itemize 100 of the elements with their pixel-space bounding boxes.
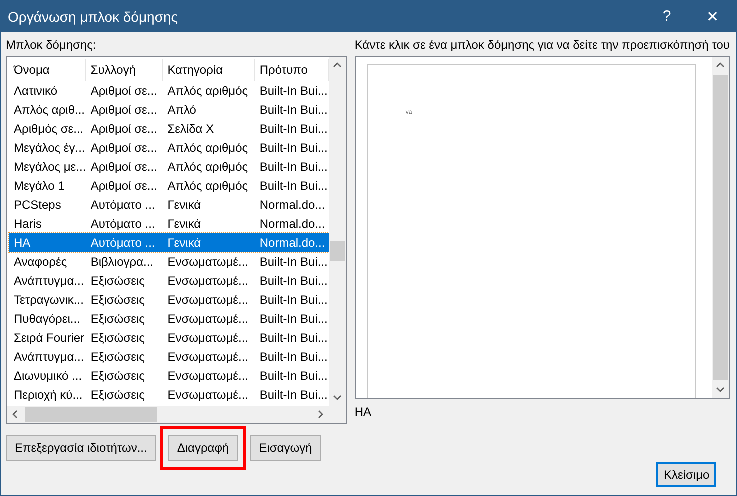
table-cell-text: Αυτόματο ... [90, 198, 156, 212]
table-cell-text: Haris [13, 216, 44, 230]
scroll-right-icon[interactable] [318, 410, 324, 419]
table-row[interactable]: Λατινικό Αριθμοί σε... Απλός αριθμός Built-In Bui... [9, 81, 329, 100]
table-cell-text: Built-In Bui... [258, 122, 329, 136]
scroll-down-icon[interactable] [716, 387, 725, 393]
table-row[interactable]: Τετραγωνικ... Εξισώσεις Ενσωματωμέ... Built-In Bui... [9, 290, 329, 309]
table-cell-text: Απλός αριθμός [166, 140, 250, 154]
table-cell-text: Built-In Bui... [258, 350, 329, 364]
table-cell-text: HA [13, 236, 32, 250]
table-cell-text: Μεγάλος έγ... [13, 140, 86, 154]
table-cell-text: Περιοχή κύ... [13, 388, 84, 402]
table-row[interactable]: Ανάπτυγμα... Εξισώσεις Ενσωματωμέ... Built-In Bui... [9, 271, 329, 290]
table-cell-text: Αριθμοί σε... [90, 178, 158, 192]
scrollbar-thumb[interactable] [330, 241, 345, 261]
table-cell-text: Αριθμοί σε... [90, 122, 158, 136]
table-cell-text: Γενικά [166, 198, 202, 212]
table-row[interactable]: Ανάπτυγμα... Εξισώσεις Ενσωματωμέ... Built-In Bui... [9, 347, 329, 366]
table-row[interactable]: PCSteps Αυτόματο ... Γενικά Normal.do... [9, 195, 329, 214]
table-cell-text: Βιβλιογρα... [90, 254, 155, 268]
table-row[interactable]: Μεγάλο 1 Αριθμοί σε... Απλός αριθμός Built-In Bui... [9, 176, 329, 195]
table-cell-text: Αριθμοί σε... [90, 84, 158, 98]
table-cell-text: Ενσωματωμέ... [166, 312, 250, 326]
building-blocks-list[interactable] [6, 56, 347, 424]
table-cell-text: Built-In Bui... [258, 292, 329, 306]
scrollbar-thumb[interactable] [713, 75, 728, 380]
table-cell-text: Απλός αριθμός [166, 178, 250, 192]
table-cell-text: Ενσωματωμέ... [166, 368, 250, 382]
scrollbar-thumb[interactable] [25, 407, 157, 422]
table-cell-text: Built-In Bui... [258, 84, 329, 98]
table-cell-text: Ενσωματωμέ... [166, 330, 250, 344]
table-cell-text: Αριθμοί σε... [90, 140, 158, 154]
table-cell-text: Ενσωματωμέ... [166, 274, 250, 288]
table-row[interactable]: Μεγάλος με... Αριθμοί σε... Απλός αριθμός Built-In Bui... [9, 157, 329, 176]
table-row[interactable]: Σειρά Fourier Εξισώσεις Ενσωματωμέ... Built-In Bui... [9, 328, 329, 347]
table-cell-text: Built-In Bui... [258, 254, 329, 268]
table-row[interactable]: Πυθαγόρει... Εξισώσεις Ενσωματωμέ... Built-In Bui... [9, 309, 329, 328]
table-cell-text: Εξισώσεις [90, 388, 146, 402]
close-button[interactable]: ✕ [690, 1, 736, 32]
table-cell-text: Built-In Bui... [258, 330, 329, 344]
scroll-up-icon[interactable] [332, 62, 342, 68]
table-cell-text: Μεγάλος με... [13, 160, 86, 174]
table-cell-text: Normal.do... [258, 198, 326, 212]
table-row[interactable]: Απλός αριθ... Αριθμοί σε... Απλό Built-In Bui... [9, 100, 329, 119]
block-name: HA [354, 405, 372, 419]
table-cell-text: Αριθμοί σε... [90, 160, 158, 174]
table-cell-text: Αναφορές [13, 254, 68, 268]
table-row[interactable]: Αριθμός σε... Αριθμοί σε... Σελίδα X Built-In Bui... [9, 119, 329, 138]
close-dialog-button[interactable]: Κλείσιμο [656, 462, 716, 487]
table-cell-text: Normal.do... [258, 236, 326, 250]
scroll-up-icon[interactable] [716, 62, 725, 68]
scroll-down-icon[interactable] [332, 395, 342, 401]
scroll-left-icon[interactable] [12, 410, 18, 419]
table-cell-text: Ανάπτυγμα... [13, 274, 86, 288]
table-cell-text: Απλό [166, 102, 198, 116]
table-cell-text: Built-In Bui... [258, 274, 329, 288]
table-cell-text: Built-In Bui... [258, 368, 329, 382]
table-cell-text: Αυτόματο ... [90, 236, 156, 250]
table-cell-text: Ενσωματωμέ... [166, 254, 250, 268]
table-cell-text: Λατινικό [13, 84, 59, 98]
table-cell-text: Ενσωματωμέ... [166, 388, 250, 402]
table-cell-text: Built-In Bui... [258, 160, 329, 174]
window-title: Οργάνωση μπλοκ δόμησης [8, 8, 179, 24]
table-cell-text: Built-In Bui... [258, 312, 329, 326]
table-cell-text: Built-In Bui... [258, 178, 329, 192]
table-cell-text: Εξισώσεις [90, 312, 146, 326]
table-cell-text: Διωνυμικό ... [13, 368, 84, 382]
table-cell-text: Αυτόματο ... [90, 216, 156, 230]
table-row[interactable]: Περιοχή κύ... Εξισώσεις Ενσωματωμέ... Built-In Bui... [9, 385, 329, 404]
table-cell-text: Εξισώσεις [90, 292, 146, 306]
table-cell-text: Normal.do... [258, 216, 326, 230]
table-cell-text: Ενσωματωμέ... [166, 292, 250, 306]
list-label: Μπλοκ δόμησης: [6, 38, 98, 53]
table-cell-text: PCSteps [13, 198, 62, 212]
help-button[interactable]: ? [644, 1, 690, 32]
table-cell-text: Απλός αριθμός [166, 160, 250, 174]
table-cell-text: Πυθαγόρει... [13, 312, 82, 326]
table-cell-text: Γενικά [166, 216, 202, 230]
column-header[interactable]: Όνομα [9, 59, 86, 81]
table-cell-text: Built-In Bui... [258, 388, 329, 402]
table-cell-text: Ενσωματωμέ... [166, 350, 250, 364]
column-header[interactable]: Συλλογή [86, 59, 163, 81]
table-cell-text: Built-In Bui... [258, 140, 329, 154]
column-header[interactable]: Κατηγορία [162, 59, 255, 81]
table-cell-text: Απλός αριθμός [166, 84, 250, 98]
dialog-button[interactable]: Εισαγωγή [250, 435, 322, 461]
table-row[interactable]: Αναφορές Βιβλιογρα... Ενσωματωμέ... Built-In Bui... [9, 252, 329, 271]
table-row[interactable]: Διωνυμικό ... Εξισώσεις Ενσωματωμέ... Built-In Bui... [9, 366, 329, 385]
table-row[interactable]: Μεγάλος έγ... Αριθμοί σε... Απλός αριθμός Built-In Bui... [9, 138, 329, 157]
table-row[interactable]: Haris Αυτόματο ... Γενικά Normal.do... [9, 214, 329, 233]
dialog-button[interactable]: Διαγραφή [168, 435, 238, 461]
table-cell-text: Ανάπτυγμα... [13, 350, 86, 364]
table-cell-text: Εξισώσεις [90, 274, 146, 288]
table-row[interactable]: HA Αυτόματο ... Γενικά Normal.do... [9, 233, 329, 252]
table-cell-text: Εξισώσεις [90, 350, 146, 364]
table-cell-text: Αριθμός σε... [13, 122, 85, 136]
table-cell-text: Μεγάλο 1 [13, 178, 66, 192]
dialog-button[interactable]: Επεξεργασία ιδιοτήτων... [6, 435, 156, 461]
table-cell-text: Σειρά Fourier [13, 330, 86, 344]
table-cell-text: Αριθμοί σε... [90, 102, 158, 116]
